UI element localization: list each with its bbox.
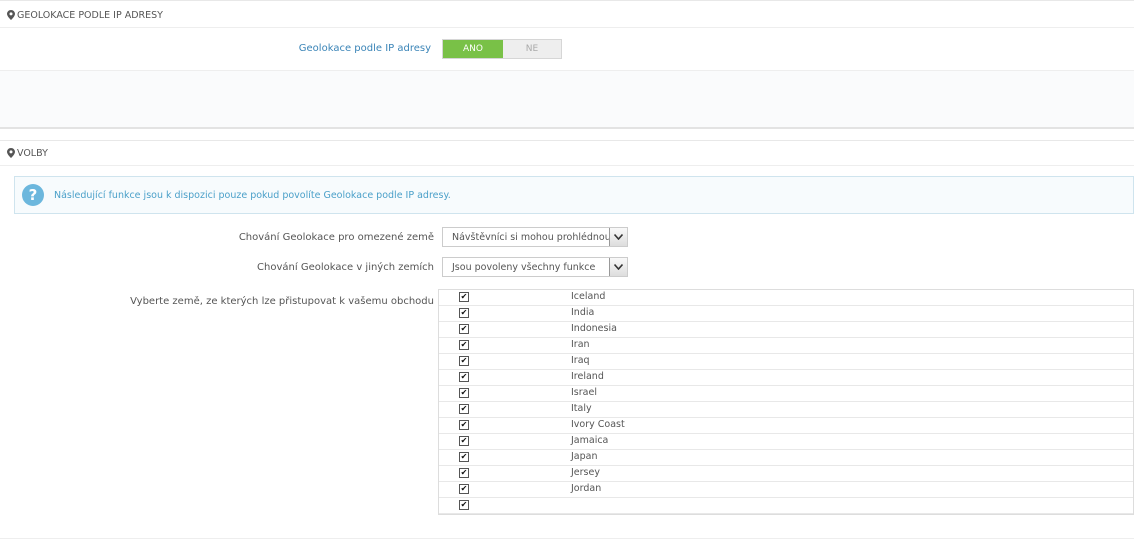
geolocation-toggle-row: Geolokace podle IP adresy ANO NE — [0, 38, 1134, 60]
restricted-behavior-value: Návštěvníci si mohou prohlédnout i — [452, 231, 621, 243]
country-checkbox[interactable]: ✔ — [459, 324, 469, 334]
country-checkbox[interactable]: ✔ — [459, 484, 469, 494]
country-checkbox[interactable]: ✔ — [459, 452, 469, 462]
country-name: India — [571, 307, 595, 318]
country-row[interactable]: ✔ Ivory Coast — [439, 418, 1133, 434]
country-checkbox[interactable]: ✔ — [459, 436, 469, 446]
country-checkbox[interactable]: ✔ — [459, 420, 469, 430]
country-row[interactable]: ✔ Indonesia — [439, 322, 1133, 338]
country-row[interactable]: ✔ Italy — [439, 402, 1133, 418]
country-name: Jersey — [571, 467, 600, 478]
page-divider — [0, 538, 1134, 539]
switch-yes-option[interactable]: ANO — [443, 40, 503, 58]
country-checkbox[interactable]: ✔ — [459, 340, 469, 350]
country-name: Indonesia — [571, 323, 617, 334]
country-name: Jamaica — [571, 435, 609, 446]
country-name: Israel — [571, 387, 597, 398]
country-name: Jordan — [571, 483, 602, 494]
geolocation-panel: GEOLOKACE PODLE IP ADRESY Geolokace podl… — [0, 0, 1134, 129]
country-row[interactable]: ✔ Jordan — [439, 482, 1133, 498]
country-row[interactable]: ✔ Japan — [439, 450, 1133, 466]
geolocation-toggle-label: Geolokace podle IP adresy — [298, 43, 431, 54]
restricted-behavior-select[interactable]: Návštěvníci si mohou prohlédnout i — [442, 227, 628, 247]
geolocation-title: GEOLOKACE PODLE IP ADRESY — [17, 9, 163, 21]
country-checkbox[interactable]: ✔ — [459, 372, 469, 382]
country-checkbox[interactable]: ✔ — [459, 388, 469, 398]
info-alert: ? Následující funkce jsou k dispozici po… — [14, 176, 1134, 214]
country-checkbox[interactable]: ✔ — [459, 308, 469, 318]
other-countries-row: Chování Geolokace v jiných zemích Jsou p… — [0, 257, 1134, 279]
country-name: Iran — [571, 339, 590, 350]
other-behavior-select[interactable]: Jsou povoleny všechny funkce — [442, 257, 628, 277]
country-row[interactable]: ✔ Israel — [439, 386, 1133, 402]
country-row[interactable]: ✔ Iran — [439, 338, 1133, 354]
country-row[interactable]: ✔ Jamaica — [439, 434, 1133, 450]
geolocation-heading: GEOLOKACE PODLE IP ADRESY — [0, 3, 1134, 28]
chevron-down-icon[interactable] — [609, 228, 627, 246]
options-title: VOLBY — [17, 147, 48, 159]
countries-list[interactable]: ✔ Iceland ✔ India ✔ Indonesia ✔ Iran ✔ Iraq ✔ Irela… — [438, 289, 1134, 515]
country-name: Japan — [571, 451, 598, 462]
options-panel: VOLBY ? Následující funkce jsou k dispoz… — [0, 140, 1134, 557]
geolocation-switch[interactable]: ANO NE — [442, 39, 562, 59]
switch-no-option[interactable]: NE — [503, 40, 561, 58]
question-icon: ? — [22, 184, 44, 206]
country-row[interactable]: ✔ Iraq — [439, 354, 1133, 370]
country-checkbox[interactable]: ✔ — [459, 500, 469, 510]
country-row[interactable]: ✔ Jersey — [439, 466, 1133, 482]
map-pin-icon — [7, 10, 15, 20]
country-name: Ivory Coast — [571, 419, 625, 430]
country-row[interactable]: ✔ — [439, 498, 1133, 514]
country-name: Iceland — [571, 291, 606, 302]
countries-label: Vyberte země, ze kterých lze přistupovat… — [130, 296, 434, 307]
country-checkbox[interactable]: ✔ — [459, 404, 469, 414]
country-checkbox[interactable]: ✔ — [459, 468, 469, 478]
country-name: Italy — [571, 403, 592, 414]
map-pin-icon — [7, 148, 15, 158]
other-behavior-label: Chování Geolokace v jiných zemích — [257, 262, 434, 273]
country-row[interactable]: ✔ Iceland — [439, 290, 1133, 306]
restricted-countries-row: Chování Geolokace pro omezené země Návšt… — [0, 227, 1134, 249]
other-behavior-value: Jsou povoleny všechny funkce — [452, 261, 596, 273]
country-name: Ireland — [571, 371, 604, 382]
country-row[interactable]: ✔ India — [439, 306, 1133, 322]
options-heading: VOLBY — [0, 141, 1134, 166]
restricted-behavior-label: Chování Geolokace pro omezené země — [238, 232, 434, 243]
chevron-down-icon[interactable] — [609, 258, 627, 276]
country-name: Iraq — [571, 355, 590, 366]
country-row[interactable]: ✔ Ireland — [439, 370, 1133, 386]
info-alert-text: Následující funkce jsou k dispozici pouz… — [54, 189, 451, 201]
panel-footer — [0, 70, 1134, 129]
country-checkbox[interactable]: ✔ — [459, 356, 469, 366]
country-checkbox[interactable]: ✔ — [459, 292, 469, 302]
